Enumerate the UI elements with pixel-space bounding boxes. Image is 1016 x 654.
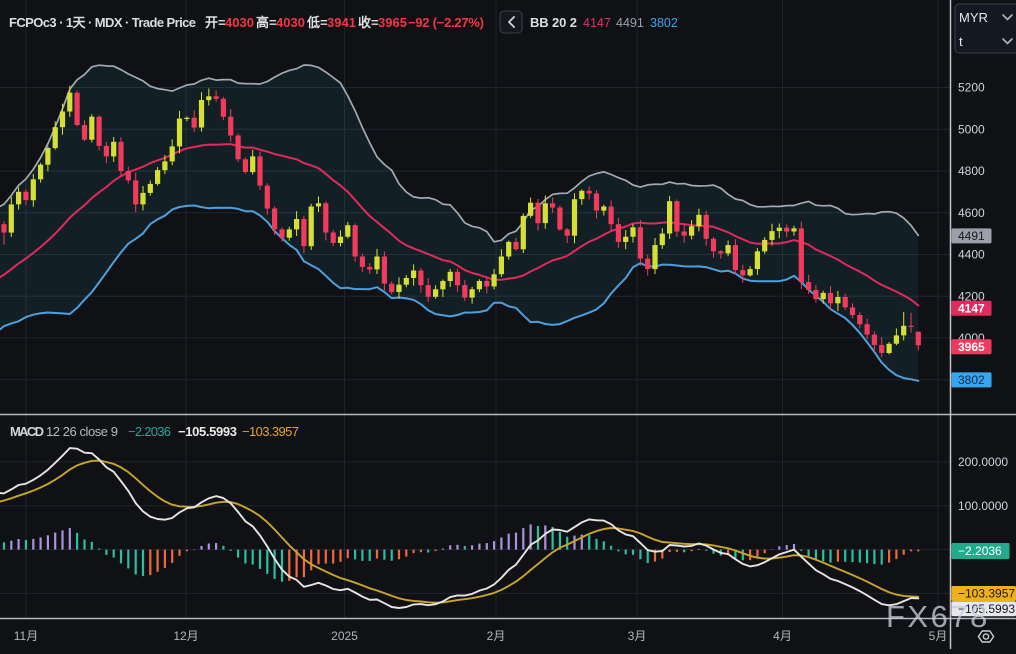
- svg-text:−103.3957: −103.3957: [242, 424, 299, 439]
- svg-text:12 26 close 9: 12 26 close 9: [46, 424, 118, 439]
- svg-text:MACD: MACD: [10, 424, 44, 439]
- svg-text:4600: 4600: [958, 206, 985, 220]
- svg-text:3941: 3941: [327, 15, 356, 30]
- svg-text:−92 (−2.27%): −92 (−2.27%): [408, 15, 484, 30]
- svg-text:−2.2036: −2.2036: [128, 424, 171, 439]
- svg-text:−105.5993: −105.5993: [178, 424, 237, 439]
- svg-text:4800: 4800: [958, 164, 985, 178]
- svg-text:3802: 3802: [958, 373, 985, 387]
- svg-text:4月: 4月: [773, 629, 792, 643]
- svg-text:FX678: FX678: [886, 599, 990, 634]
- svg-text:100.0000: 100.0000: [958, 499, 1008, 513]
- svg-text:FCPOc3 · 1天 · MDX · Trade Pric: FCPOc3 · 1天 · MDX · Trade Price: [9, 15, 196, 30]
- svg-text:3802: 3802: [650, 16, 678, 30]
- svg-text:4491: 4491: [958, 229, 985, 243]
- svg-text:收=: 收=: [358, 15, 379, 30]
- svg-text:5200: 5200: [958, 81, 985, 95]
- svg-text:MYR: MYR: [959, 10, 988, 25]
- svg-text:3965: 3965: [378, 15, 407, 30]
- svg-text:4147: 4147: [583, 16, 611, 30]
- svg-text:12月: 12月: [173, 629, 198, 643]
- svg-text:−2.2036: −2.2036: [958, 544, 1002, 558]
- svg-text:3965: 3965: [958, 340, 985, 354]
- svg-text:BB 20 2: BB 20 2: [530, 15, 577, 30]
- svg-text:3月: 3月: [628, 629, 647, 643]
- svg-text:4400: 4400: [958, 248, 985, 262]
- svg-text:11月: 11月: [14, 629, 38, 643]
- svg-text:t: t: [959, 34, 963, 49]
- svg-text:5000: 5000: [958, 122, 985, 136]
- svg-text:4491: 4491: [616, 16, 644, 30]
- svg-text:4030: 4030: [225, 15, 254, 30]
- svg-text:2025: 2025: [331, 629, 358, 643]
- svg-text:开=: 开=: [205, 15, 226, 30]
- svg-text:4147: 4147: [958, 302, 985, 316]
- svg-text:高=: 高=: [256, 15, 277, 30]
- svg-text:2月: 2月: [487, 629, 506, 643]
- svg-text:4030: 4030: [276, 15, 305, 30]
- svg-text:低=: 低=: [306, 15, 328, 30]
- svg-text:200.0000: 200.0000: [958, 455, 1008, 469]
